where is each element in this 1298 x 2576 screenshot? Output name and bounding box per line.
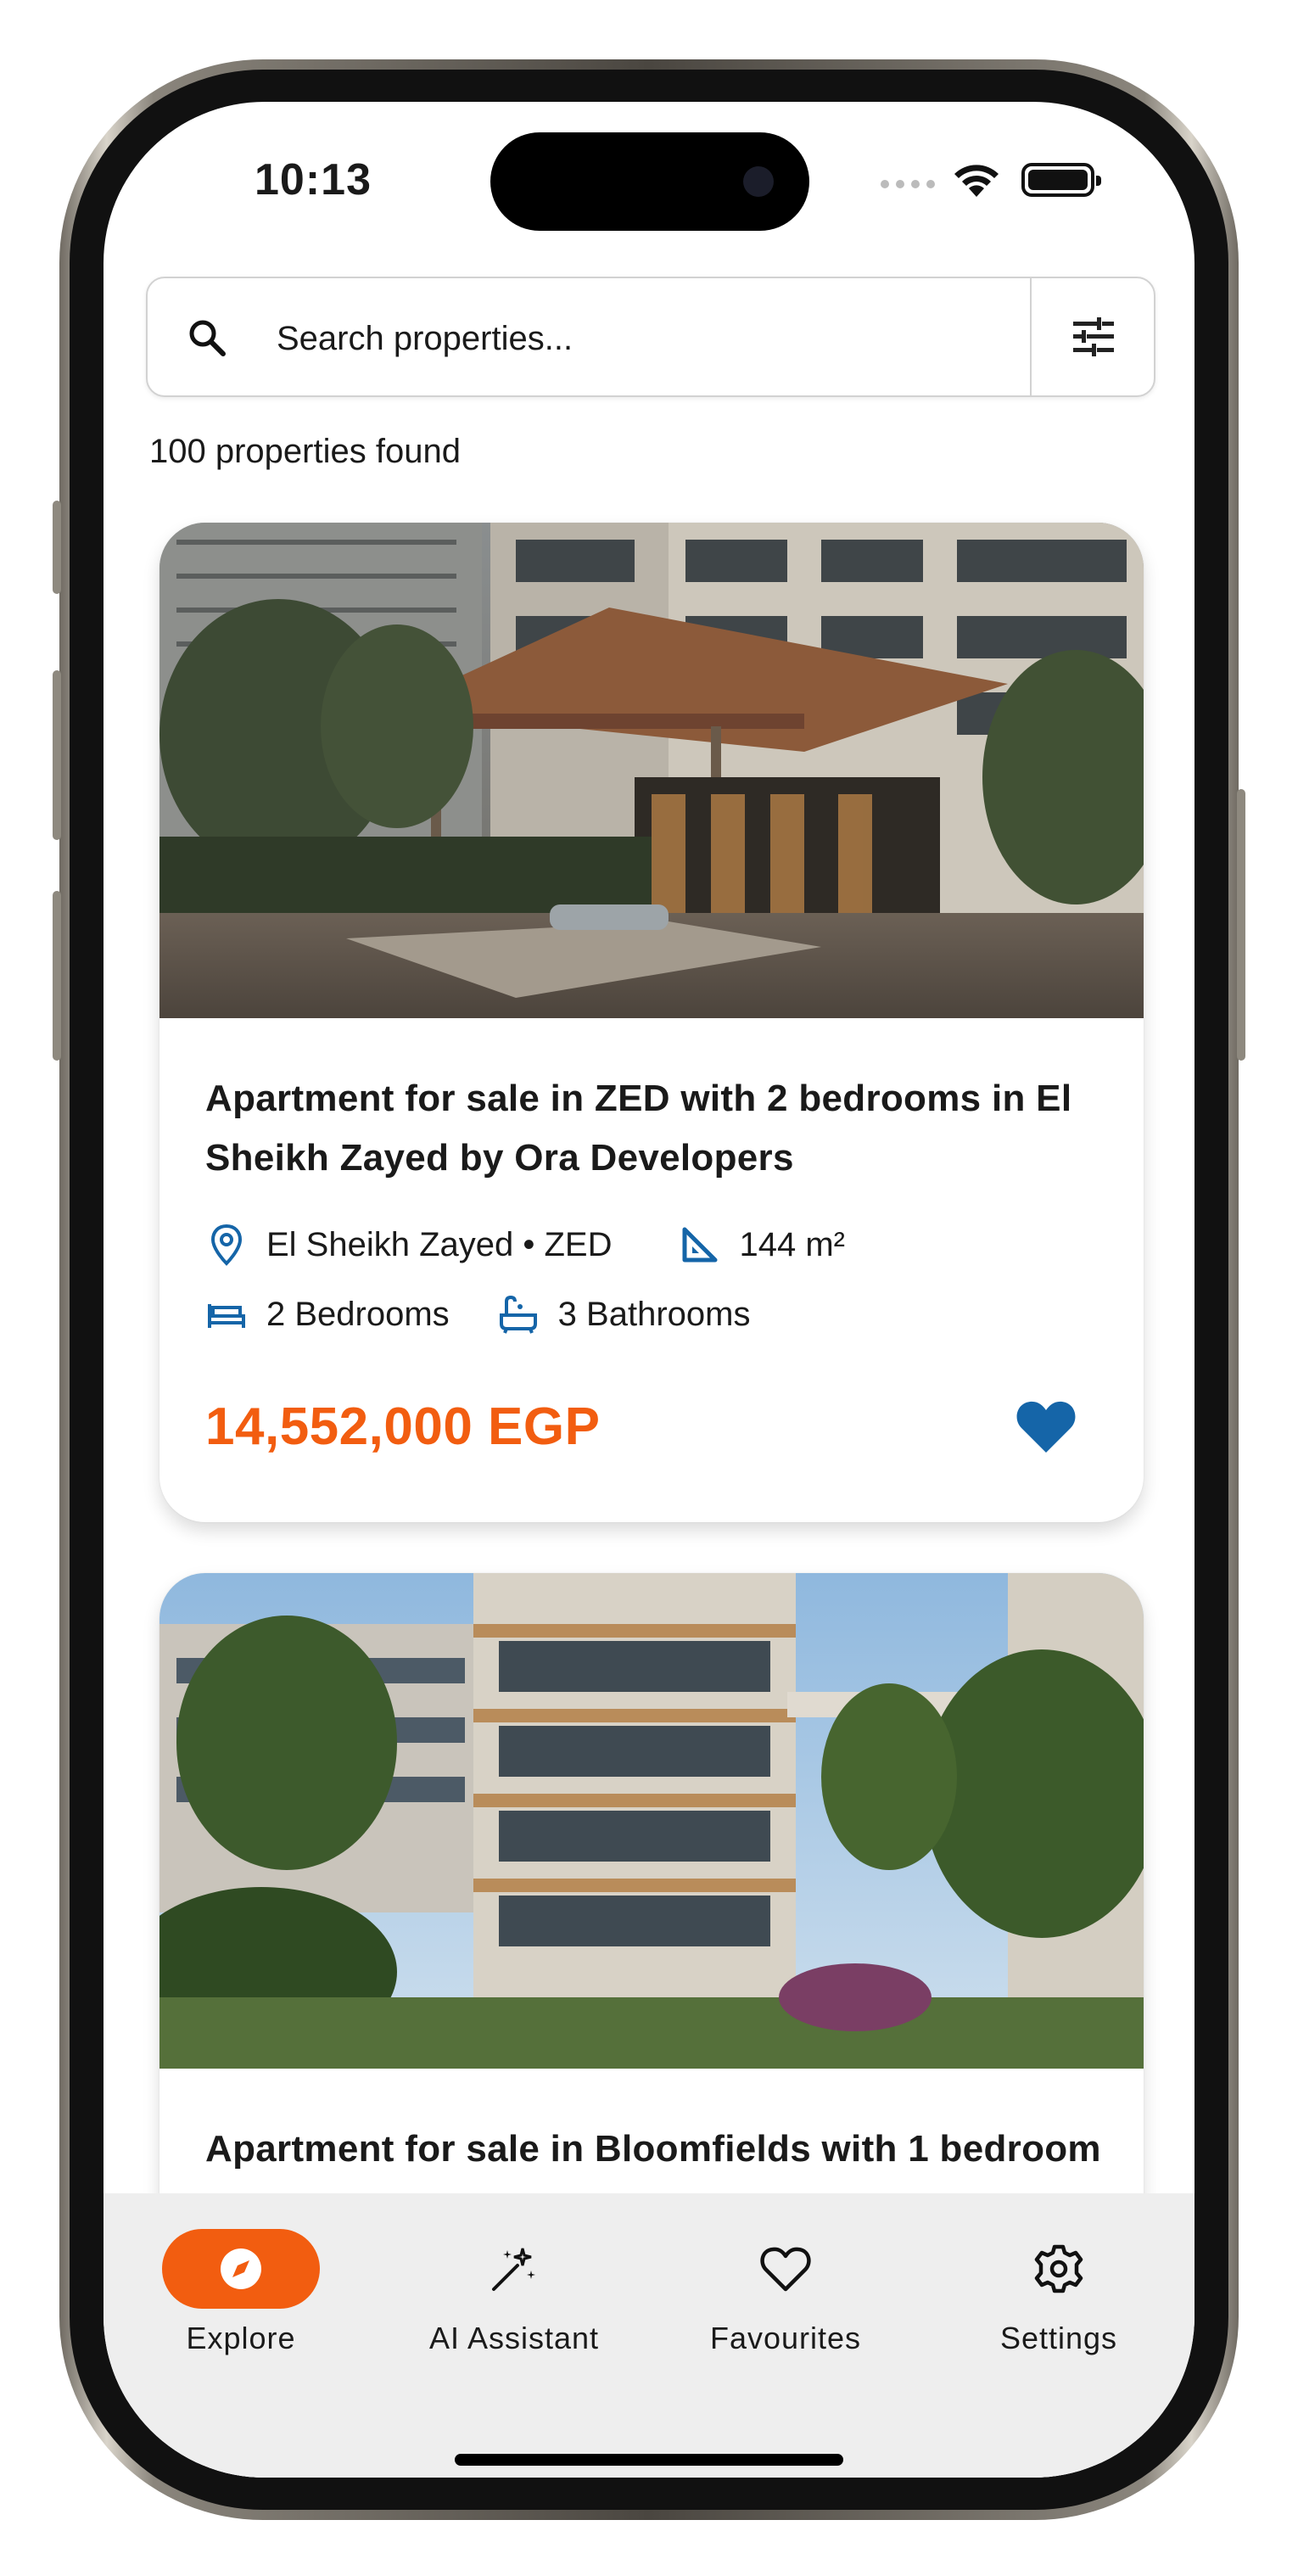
listing-price: 14,552,000 EGP — [205, 1397, 601, 1456]
property-image — [159, 523, 1144, 1018]
bed-icon — [205, 1293, 248, 1336]
results-count: 100 properties found — [149, 433, 461, 470]
listing-location: El Sheikh Zayed • ZED — [266, 1225, 613, 1263]
power-button — [1237, 789, 1245, 1061]
nav-label: Explore — [186, 2321, 296, 2355]
gear-icon — [1034, 2244, 1083, 2293]
status-time: 10:13 — [255, 155, 372, 204]
nav-label: Favourites — [709, 2321, 862, 2355]
battery-icon — [1021, 163, 1101, 197]
listing-area: 144 m² — [739, 1225, 846, 1263]
bottom-navigation: Explore AI Assistant Favourites Settings — [104, 2193, 1194, 2478]
sliders-icon — [1073, 317, 1114, 356]
listing-rooms-row: 2 Bedrooms 3 Bathrooms — [205, 1293, 750, 1336]
app-screen: 10:13 100 properties found — [104, 102, 1194, 2478]
listing-bathrooms: 3 Bathrooms — [557, 1295, 751, 1333]
search-input[interactable] — [275, 304, 999, 373]
listing-location-row: El Sheikh Zayed • ZED 144 m² — [205, 1224, 845, 1266]
nav-label: Settings — [999, 2321, 1118, 2355]
nav-active-indicator — [162, 2229, 320, 2309]
favourite-button[interactable] — [1008, 1388, 1084, 1464]
property-card[interactable]: Apartment for sale in ZED with 2 bedroom… — [159, 523, 1144, 1522]
search-bar — [146, 277, 1155, 397]
nav-label: AI Assistant — [428, 2321, 600, 2355]
camera-icon — [743, 166, 774, 197]
listing-bedrooms: 2 Bedrooms — [266, 1295, 450, 1333]
action-button — [53, 501, 61, 594]
nav-favourites[interactable]: Favourites — [650, 2193, 921, 2363]
wifi-icon — [950, 156, 1003, 203]
location-pin-icon — [205, 1224, 248, 1266]
nav-ai-assistant[interactable]: AI Assistant — [378, 2193, 650, 2363]
nav-settings[interactable]: Settings — [923, 2193, 1194, 2363]
volume-up-button — [53, 670, 61, 840]
home-indicator[interactable] — [455, 2454, 843, 2466]
bathtub-icon — [497, 1293, 540, 1336]
volume-down-button — [53, 891, 61, 1061]
compass-icon — [221, 2248, 261, 2289]
cellular-signal-icon — [881, 180, 935, 188]
search-icon — [187, 317, 227, 362]
listing-title[interactable]: Apartment for sale in ZED with 2 bedroom… — [205, 1069, 1105, 1188]
nav-explore[interactable]: Explore — [105, 2193, 377, 2363]
property-image — [159, 1573, 1144, 2069]
dynamic-island — [490, 132, 809, 231]
heart-outline-icon — [760, 2247, 811, 2292]
magic-wand-icon — [492, 2248, 535, 2291]
area-ruler-icon — [679, 1224, 721, 1266]
heart-filled-icon — [1016, 1401, 1076, 1453]
filter-button[interactable] — [1032, 278, 1155, 395]
